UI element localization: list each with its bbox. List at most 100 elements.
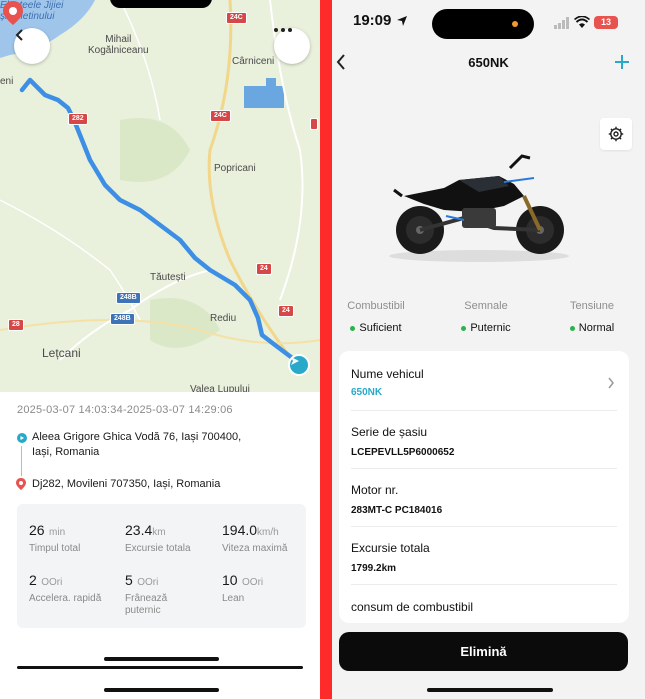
wifi-icon (574, 16, 590, 28)
map-label-popricani: Popricani (214, 163, 256, 174)
signal-voltage: Tensiune Normal (540, 300, 644, 334)
stat-unit: OOri (242, 577, 264, 588)
row-key: Motor nr. (351, 483, 399, 497)
road-badge (310, 118, 318, 130)
map-label-letcani: Lețcani (42, 346, 81, 360)
stat-max-speed: 194.0km/h Viteza maximă (222, 522, 318, 555)
stat-unit: km (152, 527, 166, 538)
row-key: Excursie totala (351, 541, 430, 555)
road-badge: 248B (110, 313, 135, 325)
row-key: consum de combustibil (351, 600, 474, 614)
delete-button[interactable]: Elimină (339, 632, 628, 671)
road-badge: 282 (68, 113, 88, 125)
row-value: LCEPEVLL5P6000652 (351, 447, 455, 458)
map-label-eni: eni (0, 76, 14, 87)
home-indicator (427, 688, 553, 692)
map-label-carniceni: Cârniceni (232, 56, 275, 67)
map-label-mihail: Mihail Kogălniceanu (88, 34, 149, 56)
row-value: 283MT-C PC184016 (351, 505, 443, 516)
stat-hard-brake: 5 OOri Frânează puternic (125, 572, 205, 617)
home-indicator (104, 688, 219, 692)
start-address: Aleea Grigore Ghica Vodă 76, Iași 700400… (32, 431, 242, 458)
bottom-divider (17, 666, 303, 669)
stat-unit: km/h (257, 527, 279, 538)
road-badge: 24C (210, 110, 231, 122)
trip-detail-screen: Elesteele Jijiei și Miletinului Mihail K… (0, 0, 320, 699)
stat-label: Accelera. rapidă (29, 593, 102, 604)
row-key: Serie de șasiu (351, 425, 428, 439)
stat-lean: 10 OOri Lean (222, 572, 318, 605)
row-value: 1799.2km (351, 563, 397, 574)
screen-notch (110, 0, 212, 8)
trip-stats-panel: 26 min Timpul total 23.4km Excursie tota… (17, 504, 306, 628)
road-badge: 248B (116, 292, 141, 304)
row-engine: Motor nr. 283MT-C PC184016 (351, 483, 617, 527)
chevron-right-icon (608, 377, 614, 389)
end-address: Dj282, Movileni 707350, Iași, Romania (32, 478, 221, 490)
battery-icon: 13 (594, 16, 618, 29)
cellular-signal-icon (554, 17, 569, 29)
settings-button[interactable] (600, 118, 632, 150)
row-total-distance: Excursie totala 1799.2km (351, 541, 617, 585)
vehicle-info-card: Nume vehicul 650NK Serie de șasiu LCEPEV… (339, 351, 629, 623)
row-fuel-consumption: consum de combustibil (351, 600, 617, 623)
stat-total-distance: 23.4km Excursie totala (125, 522, 221, 555)
stat-value: 194.0 (222, 522, 258, 538)
stat-unit: min (49, 527, 66, 538)
end-point-icon (16, 478, 26, 490)
stat-label: Timpul total (29, 543, 81, 554)
battery-level: 13 (600, 17, 611, 27)
road-badge: 24 (256, 263, 272, 275)
status-ok-dot (461, 325, 467, 331)
end-marker-icon (288, 354, 310, 376)
row-key: Nume vehicul (351, 367, 424, 381)
row-value: 650NK (351, 387, 383, 398)
gear-icon (608, 126, 624, 142)
trip-map[interactable]: Elesteele Jijiei și Miletinului Mihail K… (0, 0, 320, 392)
road-badge: 28 (8, 319, 24, 331)
stat-unit: OOri (137, 577, 159, 588)
status-ok-dot (569, 325, 575, 331)
stat-label: Viteza maximă (222, 543, 288, 554)
stat-value: 26 (29, 522, 45, 538)
map-label-valea: Valea Lupului (190, 384, 250, 392)
row-vehicle-name[interactable]: Nume vehicul 650NK (351, 367, 617, 411)
signal-fuel: Combustibil Suficient (332, 300, 428, 334)
location-arrow-icon (397, 16, 407, 26)
stat-rapid-accel: 2 OOri Accelera. rapidă (29, 572, 109, 605)
vehicle-detail-screen: 19:09 13 650NK Combustibil Suficient Sem… (332, 0, 645, 699)
signal-header: Tensiune (569, 300, 615, 312)
signal-value: Suficient (332, 322, 428, 334)
map-label-rediu: Rediu (210, 313, 237, 324)
stat-value: 5 (125, 572, 133, 588)
map-label-tautesti: Tăutești (150, 272, 186, 283)
road-badge: 24C (226, 12, 247, 24)
status-ok-dot (350, 325, 356, 331)
road-badge: 24 (278, 305, 294, 317)
start-pin-icon (3, 1, 23, 25)
page-title: 650NK (468, 55, 509, 70)
chevron-left-icon (15, 29, 23, 41)
stat-value: 2 (29, 572, 37, 588)
signal-value: Puternic (434, 322, 538, 334)
motorcycle-image (389, 154, 569, 262)
stat-unit: OOri (41, 577, 63, 588)
stat-label: Lean (222, 593, 245, 604)
stat-label: Excursie totala (125, 543, 191, 554)
signal-network: Semnale Puternic (434, 300, 538, 334)
home-indicator (104, 657, 219, 661)
stat-value: 23.4 (125, 522, 153, 538)
start-point-icon (17, 433, 27, 443)
stat-label: Frânează puternic (125, 593, 168, 616)
status-time: 19:09 (353, 12, 392, 29)
more-dots-icon (274, 28, 292, 32)
add-icon[interactable] (614, 54, 630, 70)
dynamic-island (432, 9, 534, 39)
back-button[interactable] (14, 28, 50, 64)
signal-header: Combustibil (347, 300, 405, 312)
signal-value: Normal (540, 322, 644, 334)
more-button[interactable] (274, 28, 310, 64)
row-chassis: Serie de șasiu LCEPEVLL5P6000652 (351, 425, 617, 469)
signal-header: Semnale (464, 300, 508, 312)
stat-total-time: 26 min Timpul total (29, 522, 125, 555)
